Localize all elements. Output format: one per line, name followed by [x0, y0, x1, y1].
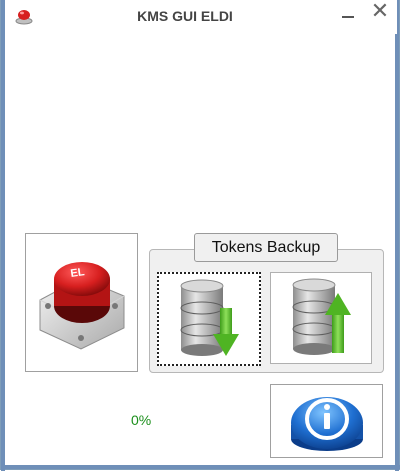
window-frame-right	[395, 0, 399, 471]
restore-tokens-button[interactable]	[270, 272, 372, 364]
info-icon	[291, 397, 363, 451]
window-frame-bottom	[1, 465, 400, 469]
title-bar: KMS GUI ELDI ✕	[5, 0, 397, 34]
database-upload-icon	[292, 278, 351, 355]
window-frame-left	[1, 0, 5, 471]
main-window: KMS GUI ELDI ✕ EL Tokens Backup 0%	[0, 0, 400, 471]
el-label: EL	[70, 266, 86, 280]
window-title: KMS GUI ELDI	[137, 8, 233, 24]
backup-tokens-button[interactable]	[157, 272, 261, 366]
close-button[interactable]: ✕	[367, 0, 393, 24]
database-download-icon	[180, 279, 239, 356]
minimize-button[interactable]	[336, 2, 360, 24]
red-push-button-icon: EL	[39, 262, 125, 350]
info-button[interactable]	[270, 384, 383, 458]
progress-percent: 0%	[131, 412, 152, 428]
el-activate-button[interactable]: EL	[25, 233, 138, 372]
tokens-backup-title: Tokens Backup	[194, 233, 338, 262]
